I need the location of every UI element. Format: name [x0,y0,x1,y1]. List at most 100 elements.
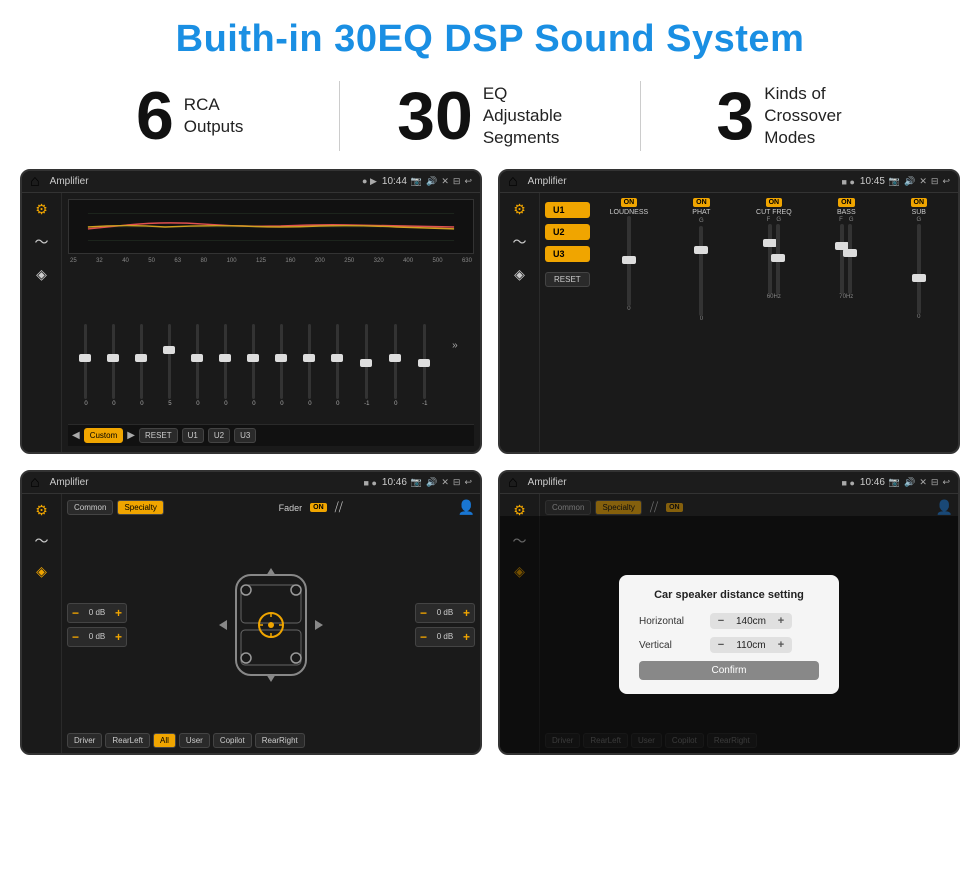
freq-labels: 25 32 40 50 63 80 100 125 160 200 250 32… [68,258,474,264]
volume-icon-2: 🔊 [904,176,915,187]
more-icon[interactable]: » [452,340,458,351]
bass-on[interactable]: ON [838,198,855,207]
home-icon-2[interactable]: ⌂ [508,173,518,191]
back-icon-4[interactable]: ↩ [942,477,950,488]
home-icon-3[interactable]: ⌂ [30,474,40,492]
eq-slider-10[interactable]: -1 [364,324,369,424]
rearleft-btn[interactable]: RearLeft [105,733,150,748]
loudness-on[interactable]: ON [621,198,638,207]
bass-slider-1[interactable] [840,224,844,294]
horizontal-plus[interactable]: + [774,615,788,627]
home-icon-4[interactable]: ⌂ [508,474,518,492]
wave-icon-2[interactable]: 〜 [513,232,527,252]
rr-plus[interactable]: + [463,630,470,644]
screens-grid: ⌂ Amplifier ● ▶ 10:44 📷 🔊 ✕ ⊟ ↩ ⚙ 〜 ◈ [0,169,980,765]
status-dots-3: ■ ● [364,478,377,488]
fr-plus[interactable]: + [463,606,470,620]
eq-slider-9[interactable]: 0 [336,324,339,424]
close-icon-1[interactable]: ✕ [441,176,449,187]
loudness-slider[interactable] [627,216,631,306]
back-icon-3[interactable]: ↩ [464,477,472,488]
eq-slider-4[interactable]: 0 [196,324,199,424]
volume-icon-3: 🔊 [426,477,437,488]
u1-btn[interactable]: U1 [182,428,204,443]
fr-minus[interactable]: − [420,606,427,620]
eq-slider-0[interactable]: 0 [84,324,87,424]
eq-icon-2[interactable]: ⚙ [513,201,526,218]
phat-slider[interactable] [699,226,703,316]
fader-slider-h[interactable]: ⧸⧸ [335,500,343,515]
u3-btn[interactable]: U3 [234,428,256,443]
eq-slider-3[interactable]: 5 [168,324,171,424]
eq-slider-1[interactable]: 0 [112,324,115,424]
channel-sub: ON SUB G 0 [885,198,953,447]
confirm-button[interactable]: Confirm [639,661,819,680]
fl-value: 0 dB [83,608,111,617]
horizontal-minus[interactable]: − [714,615,728,627]
reset-btn-eq[interactable]: RESET [139,428,178,443]
close-icon-2[interactable]: ✕ [919,176,927,187]
next-btn[interactable]: ▶ [127,430,135,441]
home-icon-1[interactable]: ⌂ [30,173,40,191]
common-tab[interactable]: Common [67,500,113,515]
minimize-icon-4[interactable]: ⊟ [931,477,939,488]
volume-icon-1: 🔊 [426,176,437,187]
rl-minus[interactable]: − [72,630,79,644]
eq-slider-2[interactable]: 0 [140,324,143,424]
back-icon-2[interactable]: ↩ [942,176,950,187]
user-btn[interactable]: User [179,733,210,748]
sub-on[interactable]: ON [911,198,928,207]
eq-icon[interactable]: ⚙ [35,201,48,218]
custom-btn[interactable]: Custom [84,428,124,443]
driver-btn[interactable]: Driver [67,733,102,748]
phat-on[interactable]: ON [693,198,710,207]
fl-plus[interactable]: + [115,606,122,620]
vertical-minus[interactable]: − [714,639,728,651]
close-icon-3[interactable]: ✕ [441,477,449,488]
close-icon-4[interactable]: ✕ [919,477,927,488]
u1-select[interactable]: U1 [545,202,590,218]
vol-icon-2[interactable]: ◈ [514,266,525,283]
specialty-tab[interactable]: Specialty [117,500,163,515]
bass-slider-2[interactable] [848,224,852,294]
eq-slider-8[interactable]: 0 [308,324,311,424]
u3-select[interactable]: U3 [545,246,590,262]
vol-icon-left[interactable]: ◈ [36,266,47,283]
back-icon-1[interactable]: ↩ [464,176,472,187]
fader-left-icons: ⚙ 〜 ◈ [22,494,62,753]
stat-eq-label: EQ AdjustableSegments [483,83,583,149]
cutfreq-on[interactable]: ON [766,198,783,207]
fader-on-badge[interactable]: ON [310,503,327,512]
u2-btn[interactable]: U2 [208,428,230,443]
stat-crossover-number: 3 [716,82,754,150]
u2-select[interactable]: U2 [545,224,590,240]
eq-slider-11[interactable]: 0 [394,324,397,424]
minimize-icon-1[interactable]: ⊟ [453,176,461,187]
eq-slider-7[interactable]: 0 [280,324,283,424]
fader-on-4: ON [666,503,683,512]
eq-slider-12[interactable]: -1 [422,324,427,424]
horizontal-stepper: − 140cm + [710,613,792,629]
rl-plus[interactable]: + [115,630,122,644]
minimize-icon-2[interactable]: ⊟ [931,176,939,187]
stat-divider-2 [640,81,641,151]
reset-btn-crossover[interactable]: RESET [545,272,590,287]
minimize-icon-3[interactable]: ⊟ [453,477,461,488]
all-btn[interactable]: All [153,733,176,748]
copilot-btn[interactable]: Copilot [213,733,252,748]
sub-slider[interactable] [917,224,921,314]
eq-slider-5[interactable]: 0 [224,324,227,424]
stat-divider-1 [339,81,340,151]
vol-icon-3[interactable]: ◈ [36,563,47,580]
wave-icon-3[interactable]: 〜 [35,531,49,551]
specialty-tab-4: Specialty [595,500,641,515]
fl-minus[interactable]: − [72,606,79,620]
wave-icon[interactable]: 〜 [35,232,49,252]
rr-minus[interactable]: − [420,630,427,644]
cutfreq-slider-2[interactable] [776,224,780,294]
rearright-btn[interactable]: RearRight [255,733,305,748]
eq-icon-3[interactable]: ⚙ [35,502,48,519]
vertical-plus[interactable]: + [774,639,788,651]
prev-btn[interactable]: ◀ [72,430,80,441]
eq-slider-6[interactable]: 0 [252,324,255,424]
